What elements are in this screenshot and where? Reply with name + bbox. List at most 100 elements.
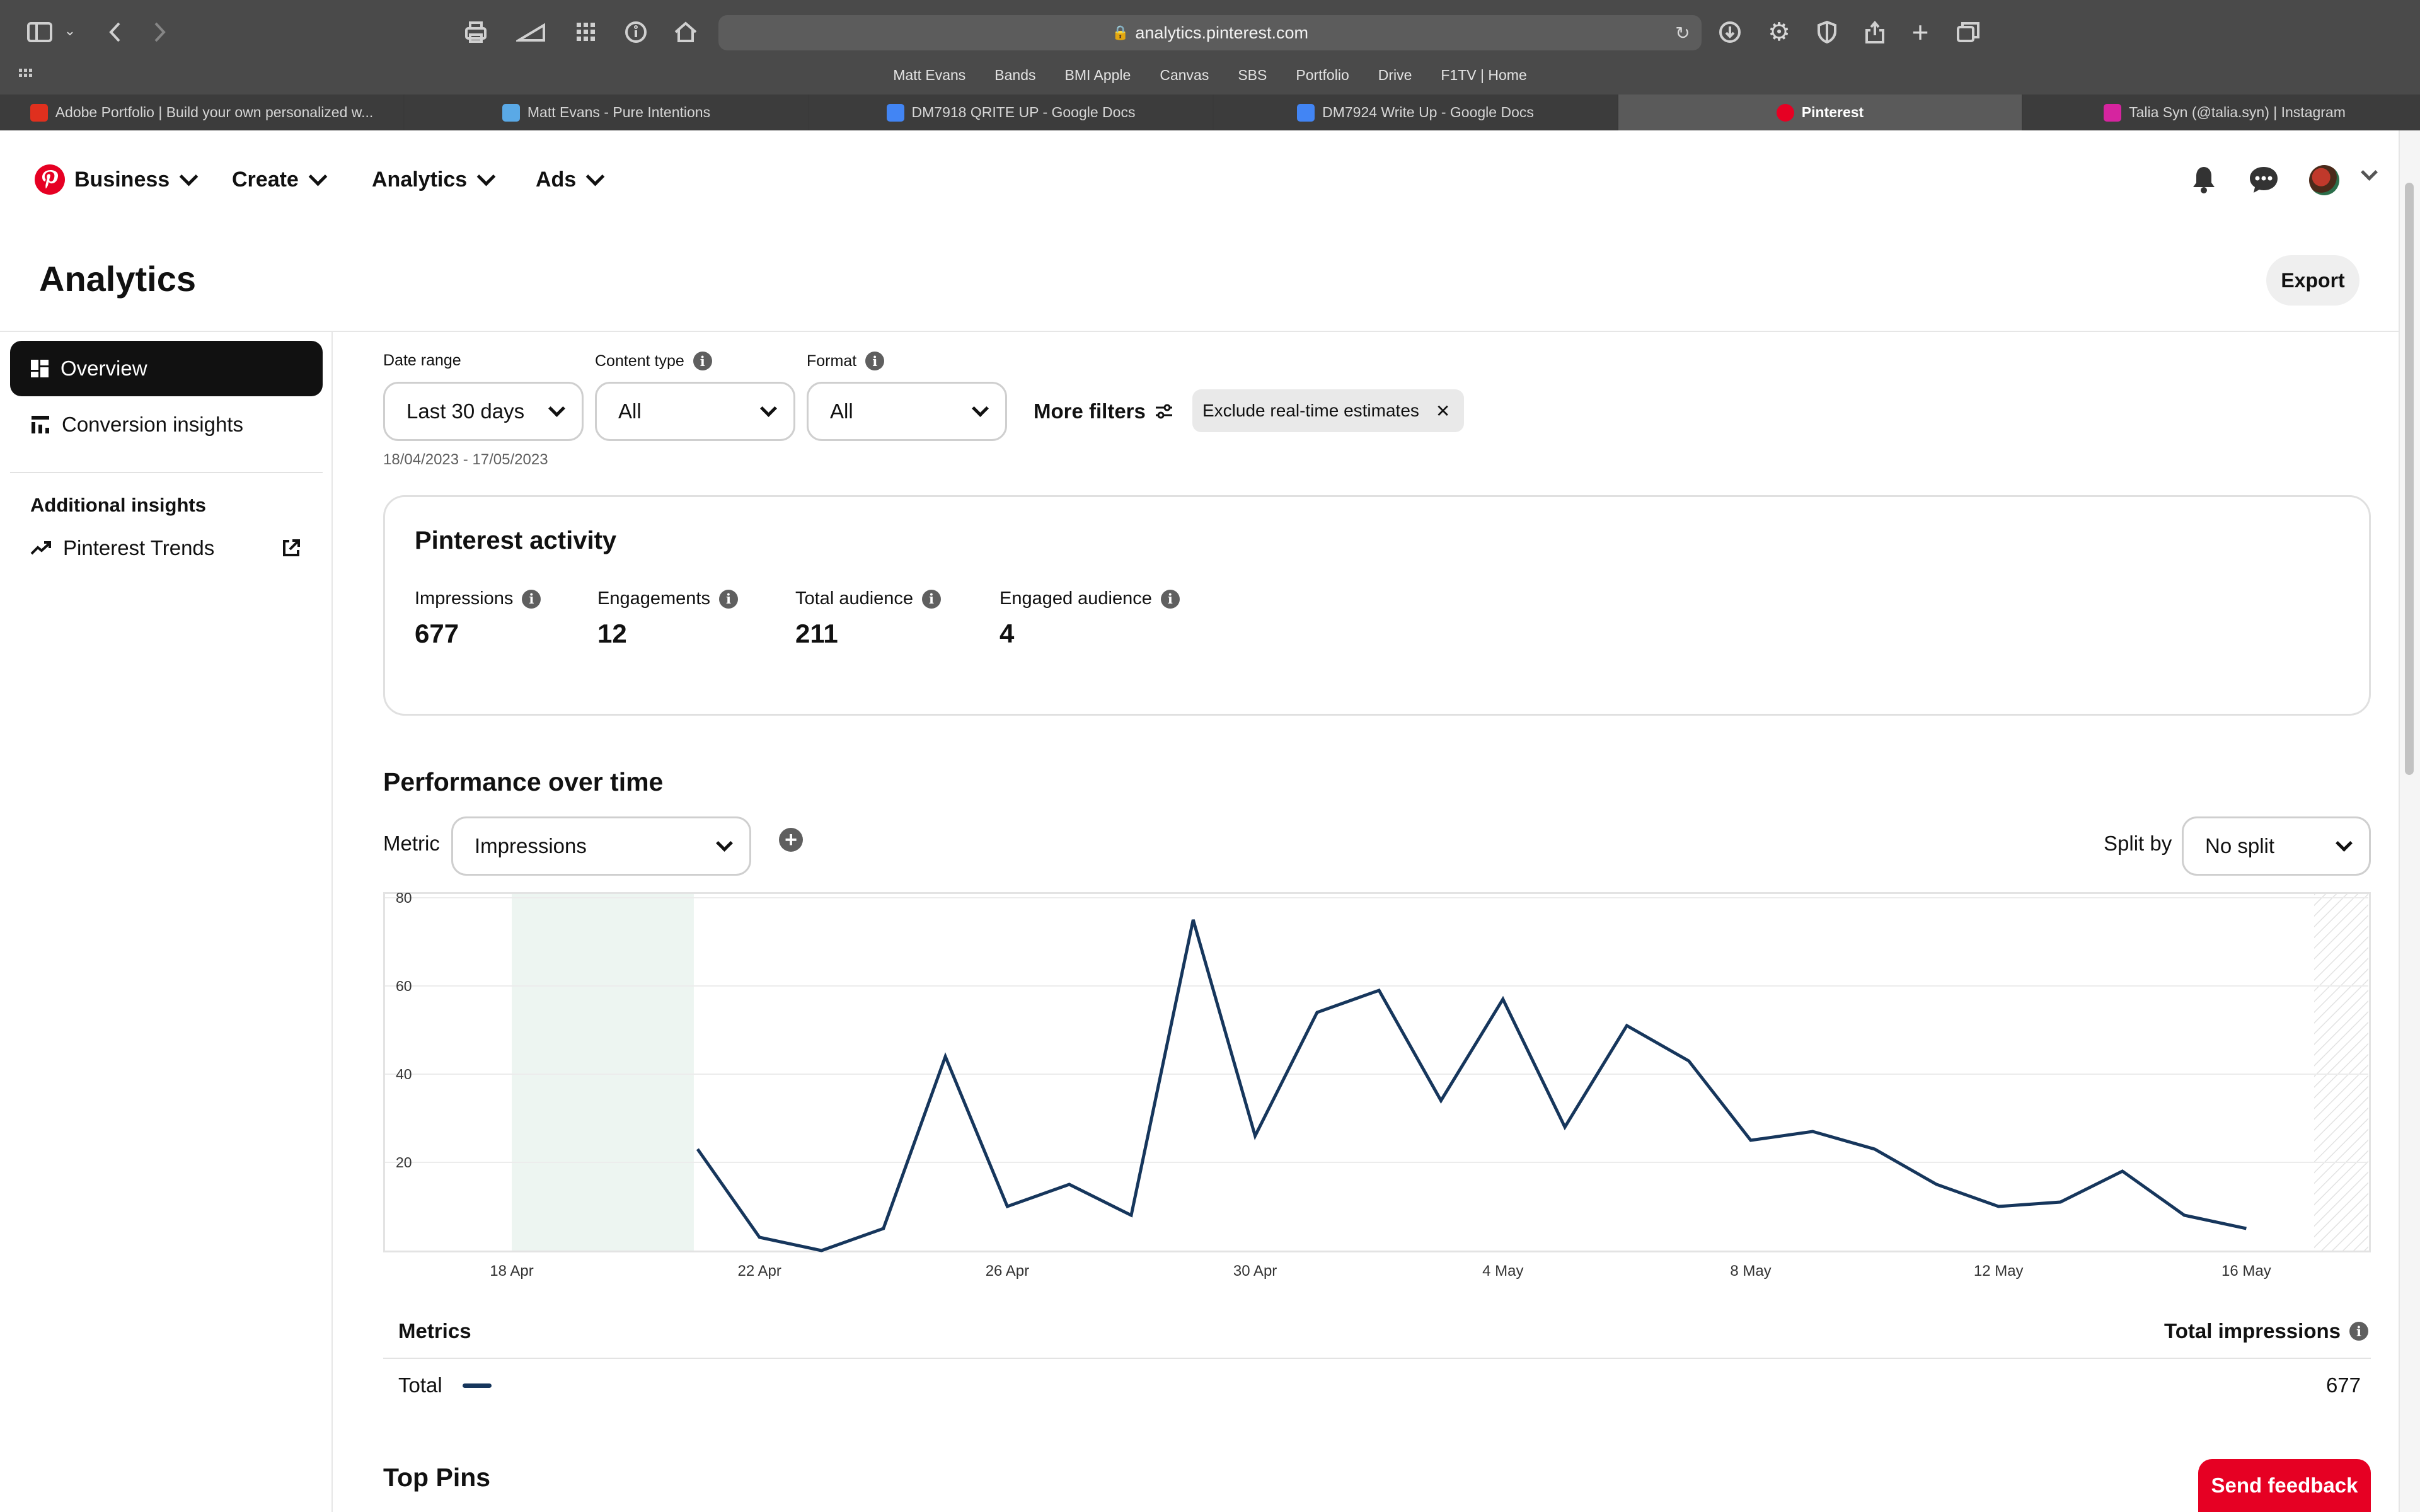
browser-tab-active[interactable]: Pinterest: [1618, 94, 2023, 130]
total-row-value: 677: [2325, 1373, 2361, 1397]
forward-icon[interactable]: [144, 16, 175, 48]
new-tab-plus-icon[interactable]: +: [1904, 16, 1936, 49]
activity-title: Pinterest activity: [415, 527, 617, 554]
scrollbar-thumb[interactable]: [2405, 183, 2414, 775]
header-divider: [0, 331, 2399, 332]
home-icon[interactable]: [670, 16, 701, 48]
chevron-down-icon: [716, 834, 733, 852]
info-icon[interactable]: i: [2349, 1322, 2368, 1341]
info-icon[interactable]: i: [1160, 589, 1180, 609]
ads-menu[interactable]: Ads: [536, 159, 605, 200]
info-icon[interactable]: i: [718, 589, 738, 609]
external-link-icon: [283, 539, 300, 556]
x-tick-label: 26 Apr: [986, 1263, 1029, 1280]
send-feedback-button[interactable]: Send feedback: [2198, 1459, 2371, 1512]
chevron-down-icon: [2336, 834, 2353, 852]
tab-overview-icon[interactable]: [1952, 16, 1984, 48]
sidebar-item-pinterest-trends[interactable]: Pinterest Trends: [10, 520, 323, 576]
split-by-label: Split by: [2104, 832, 2172, 855]
back-icon[interactable]: [100, 16, 131, 48]
instagram-favicon-icon: [2104, 103, 2122, 122]
exclude-estimates-chip[interactable]: Exclude real-time estimates ✕: [1192, 389, 1465, 432]
url-text: analytics.pinterest.com: [1135, 23, 1309, 42]
print-icon[interactable]: [460, 16, 492, 48]
browser-tab[interactable]: DM7918 QRITE UP - Google Docs: [809, 94, 1214, 130]
avatar[interactable]: [2309, 165, 2339, 195]
trend-up-icon: [30, 541, 51, 555]
browser-tab-strip: Adobe Portfolio | Build your own persona…: [0, 94, 2420, 130]
settings-gear-icon[interactable]: ⚙: [1763, 16, 1795, 48]
ruler-icon[interactable]: [514, 16, 549, 48]
info-icon[interactable]: i: [522, 589, 541, 609]
address-bar[interactable]: 🔒 analytics.pinterest.com ↻: [718, 15, 1702, 50]
close-icon[interactable]: ✕: [1436, 401, 1450, 421]
browser-tab[interactable]: Talia Syn (@talia.syn) | Instagram: [2023, 94, 2420, 130]
bookmark-item[interactable]: BMI Apple: [1060, 67, 1136, 84]
bookmark-item[interactable]: Drive: [1373, 67, 1417, 84]
info-icon[interactable]: i: [865, 352, 885, 370]
chevron-down-icon: [548, 399, 565, 417]
bookmark-item[interactable]: Portfolio: [1291, 67, 1354, 84]
bookmark-item[interactable]: F1TV | Home: [1436, 67, 1531, 84]
more-filters-button[interactable]: More filters: [1034, 397, 1173, 426]
info-icon[interactable]: i: [693, 352, 712, 370]
share-icon[interactable]: [1859, 16, 1891, 48]
bookmark-item[interactable]: Canvas: [1155, 67, 1214, 84]
messages-icon[interactable]: [2247, 164, 2280, 195]
content-type-select[interactable]: All: [595, 382, 795, 441]
bookmark-item[interactable]: SBS: [1233, 67, 1272, 84]
date-range-label: Date range: [383, 352, 461, 369]
bookmark-item[interactable]: Matt Evans: [888, 67, 971, 84]
sidebar-item-conversion-insights[interactable]: Conversion insights: [10, 397, 323, 452]
browser-tab[interactable]: Matt Evans - Pure Intentions: [405, 94, 809, 130]
split-by-select[interactable]: No split: [2182, 816, 2371, 876]
date-range-select[interactable]: Last 30 days: [383, 382, 584, 441]
pinterest-logo-icon: [35, 164, 65, 195]
tab-label: Pinterest: [1801, 104, 1864, 120]
info-icon[interactable]: [620, 16, 652, 48]
performance-title: Performance over time: [383, 767, 664, 796]
format-select[interactable]: All: [807, 382, 1007, 441]
tab-label: Adobe Portfolio | Build your own persona…: [55, 104, 374, 120]
download-icon[interactable]: [1714, 16, 1746, 48]
top-pins-title: Top Pins: [383, 1463, 491, 1492]
analytics-menu[interactable]: Analytics: [372, 159, 496, 200]
chevron-down-icon[interactable]: ⌄: [60, 21, 79, 40]
add-metric-icon[interactable]: +: [779, 828, 803, 852]
shield-icon[interactable]: [1811, 16, 1843, 48]
chevron-down-icon: [179, 167, 199, 186]
sidebar-item-label: Conversion insights: [62, 413, 243, 436]
chevron-down-icon: [476, 167, 496, 186]
sidebar-item-overview[interactable]: Overview: [10, 341, 323, 396]
metrics-heading: Metrics: [398, 1319, 471, 1343]
browser-tab[interactable]: DM7924 Write Up - Google Docs: [1214, 94, 1618, 130]
stat-label-impressions: Impressions i: [415, 588, 541, 609]
x-tick-label: 30 Apr: [1233, 1263, 1277, 1280]
account-chevron-down-icon[interactable]: [2360, 164, 2378, 186]
browser-tab[interactable]: Adobe Portfolio | Build your own persona…: [0, 94, 405, 130]
stat-value-engaged-audience: 4: [1000, 619, 1015, 648]
stat-label-total-audience: Total audience i: [795, 588, 942, 609]
additional-insights-heading: Additional insights: [30, 494, 206, 516]
create-menu[interactable]: Create: [232, 159, 328, 200]
stat-value-engagements: 12: [597, 619, 627, 648]
metric-value: Impressions: [475, 834, 587, 857]
info-icon[interactable]: i: [922, 589, 942, 609]
stat-value-impressions: 677: [415, 619, 459, 648]
notifications-bell-icon[interactable]: [2188, 164, 2220, 195]
metric-select[interactable]: Impressions: [451, 816, 751, 876]
sidebar-toggle-icon[interactable]: [24, 16, 55, 48]
stat-value-total-audience: 211: [795, 619, 838, 648]
metric-label: Metric: [383, 832, 440, 855]
bookmark-item[interactable]: Bands: [989, 67, 1040, 84]
tab-label: DM7918 QRITE UP - Google Docs: [911, 104, 1136, 120]
business-menu[interactable]: Business: [34, 159, 199, 200]
export-button[interactable]: Export: [2266, 255, 2360, 306]
grid-apps-icon[interactable]: [570, 16, 602, 48]
analytics-label: Analytics: [372, 167, 468, 192]
x-tick-label: 4 May: [1482, 1263, 1523, 1280]
tab-label: Matt Evans - Pure Intentions: [527, 104, 711, 120]
tab-label: Talia Syn (@talia.syn) | Instagram: [2129, 104, 2346, 120]
more-filters-label: More filters: [1034, 399, 1146, 423]
reload-icon[interactable]: ↻: [1670, 20, 1695, 45]
